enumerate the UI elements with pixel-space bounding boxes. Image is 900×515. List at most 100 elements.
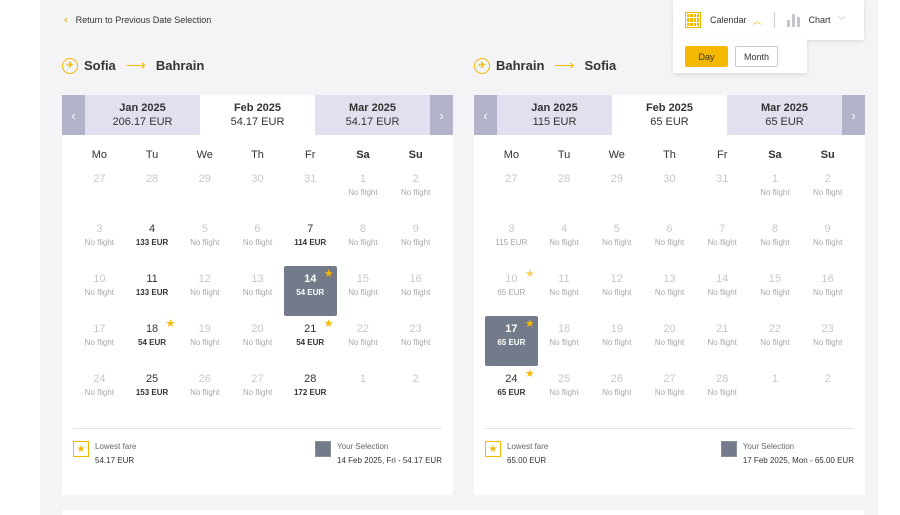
day-cell: 2 <box>389 366 442 416</box>
calendar-legend: ★ Lowest fare 65.00 EUR Your Selection 17 Fe… <box>474 429 865 466</box>
month-price: 206.17 EUR <box>112 116 173 128</box>
day-number: 10 <box>505 273 518 285</box>
day-cell[interactable]: 7 114 EUR <box>284 216 337 266</box>
prev-month-button[interactable]: ‹ <box>62 95 85 135</box>
month-price: 115 EUR <box>532 116 577 128</box>
day-price: No flight <box>760 338 790 347</box>
chevron-down-icon[interactable]: ﹀ <box>837 14 846 27</box>
selection-label: Your Selection <box>337 442 389 451</box>
next-month-button[interactable]: › <box>842 95 865 135</box>
selection-text: Your Selection 14 Feb 2025, Fri - 54.17 E… <box>337 441 442 466</box>
day-number: 13 <box>663 273 676 285</box>
day-cell[interactable]: 21 54 EUR ★ <box>284 316 337 366</box>
lowest-fare-text: Lowest fare 54.17 EUR <box>95 441 136 466</box>
day-price: No flight <box>707 388 737 397</box>
lowest-fare-label: Lowest fare <box>95 442 137 451</box>
day-price: No flight <box>812 288 843 297</box>
day-cell[interactable]: 25 153 EUR <box>126 366 179 416</box>
day-number: 15 <box>356 273 370 285</box>
weekday-label: We <box>196 149 213 161</box>
month-tab[interactable]: Mar 2025 54.17 EUR <box>315 95 430 135</box>
day-number: 13 <box>251 273 264 285</box>
day-number: 14 <box>304 273 317 285</box>
day-number: 23 <box>409 323 422 335</box>
day-number: 18 <box>557 323 571 335</box>
day-cell: 22 No flight <box>337 316 390 366</box>
day-price: No flight <box>84 238 115 247</box>
day-cell: 31 <box>284 166 337 216</box>
calendar-grid-icon[interactable] <box>685 12 701 28</box>
day-price: No flight <box>242 338 273 347</box>
day-number: 4 <box>561 223 568 235</box>
day-number: 7 <box>307 223 314 235</box>
day-price: 65 EUR <box>497 338 526 347</box>
day-cell: 19 No flight <box>178 316 231 366</box>
day-number: 17 <box>93 323 106 335</box>
day-cell: 6 No flight <box>231 216 284 266</box>
day-price: No flight <box>707 288 737 297</box>
day-price: No flight <box>760 188 790 197</box>
day-number: 28 <box>716 373 729 385</box>
day-cell[interactable]: 24 65 EUR ★ <box>485 366 538 416</box>
day-cell[interactable]: 18 54 EUR ★ <box>126 316 179 366</box>
day-number: 17 <box>505 323 518 335</box>
calendar-view-label[interactable]: Calendar <box>710 15 747 25</box>
weekday-label: Mo <box>91 149 107 161</box>
month-tab[interactable]: Feb 2025 54.17 EUR <box>200 95 315 135</box>
month-tab[interactable]: Jan 2025 115 EUR <box>497 95 612 135</box>
day-cell: 19 No flight <box>590 316 643 366</box>
month-tab[interactable]: Jan 2025 206.17 EUR <box>85 95 200 135</box>
day-cell: 1 <box>337 366 390 416</box>
day-cell: 15 No flight <box>337 266 390 316</box>
prev-month-button[interactable]: ‹ <box>474 95 497 135</box>
day-number: 22 <box>768 323 782 335</box>
day-number: 11 <box>558 273 570 285</box>
day-number: 16 <box>409 273 422 285</box>
day-price: No flight <box>400 338 431 347</box>
bar-chart-icon[interactable] <box>786 13 800 27</box>
day-price: No flight <box>549 238 579 247</box>
month-tab[interactable]: Mar 2025 65 EUR <box>727 95 842 135</box>
day-number: 5 <box>201 223 208 235</box>
day-cell: 5 No flight <box>178 216 231 266</box>
plane-icon: ✈ <box>474 57 490 74</box>
day-cell[interactable]: 14 54 EUR ★ <box>283 266 337 316</box>
day-price: No flight <box>84 388 115 397</box>
month-tab[interactable]: Feb 2025 65 EUR <box>612 95 727 135</box>
day-cell[interactable]: 4 133 EUR <box>126 216 179 266</box>
day-number: 12 <box>610 273 623 285</box>
day-number: 27 <box>251 373 264 385</box>
plane-icon: ✈ <box>62 57 78 74</box>
month-button[interactable]: Month <box>735 46 778 67</box>
day-cell: 6 No flight <box>643 216 696 266</box>
day-cell: 29 <box>178 166 231 216</box>
day-number: 21 <box>716 323 729 335</box>
chart-view-label[interactable]: Chart <box>809 15 831 25</box>
weekday-label: Th <box>663 149 676 161</box>
next-month-button[interactable]: › <box>430 95 453 135</box>
day-cell: 30 <box>231 166 284 216</box>
day-cell: 8 No flight <box>337 216 390 266</box>
day-button[interactable]: Day <box>685 46 728 67</box>
day-number: 24 <box>505 373 518 385</box>
chevron-up-icon[interactable]: ︿ <box>753 14 762 27</box>
selection-value: 17 Feb 2025, Mon - 65.00 EUR <box>742 456 854 465</box>
day-number: 2 <box>824 373 831 385</box>
day-price: No flight <box>400 288 431 297</box>
view-toolbar: Calendar ︿ Chart ﹀ <box>673 0 864 40</box>
day-number: 25 <box>557 373 571 385</box>
day-number: 28 <box>145 173 159 185</box>
day-cell[interactable]: 11 133 EUR <box>126 266 179 316</box>
day-cell[interactable]: 17 65 EUR ★ <box>485 316 538 366</box>
toolbar-divider <box>773 12 775 28</box>
selection-label: Your Selection <box>742 442 795 451</box>
day-price: 153 EUR <box>135 388 169 397</box>
day-number: 26 <box>610 373 623 385</box>
return-link[interactable]: ‹ Return to Previous Date Selection <box>64 14 211 26</box>
day-cell[interactable]: 28 172 EUR <box>284 366 337 416</box>
day-number: 24 <box>93 373 106 385</box>
lowest-fare-label: Lowest fare <box>507 442 549 451</box>
day-price: No flight <box>707 238 737 247</box>
day-number: 30 <box>251 173 264 185</box>
weekday-label: Fr <box>305 149 316 161</box>
